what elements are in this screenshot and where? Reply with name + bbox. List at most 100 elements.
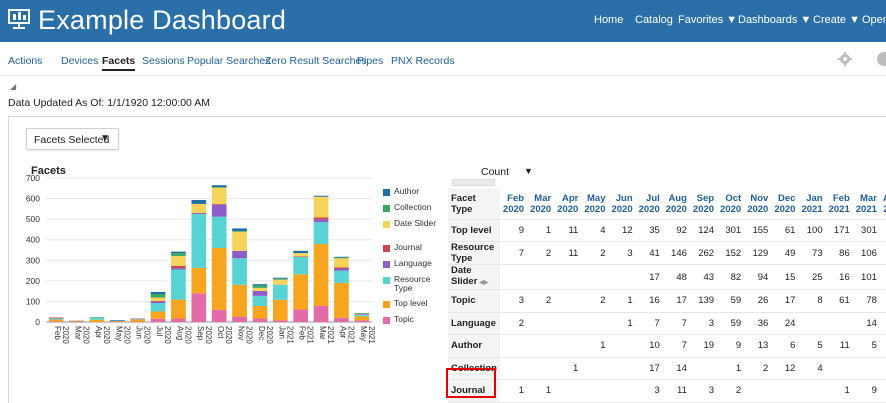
- legend-item[interactable]: Collection: [383, 203, 439, 216]
- bar-segment[interactable]: [171, 318, 186, 322]
- table-column-header[interactable]: Jul 2020: [635, 189, 663, 220]
- bar-segment[interactable]: [334, 267, 349, 269]
- pivot-drag-handle[interactable]: [452, 179, 495, 186]
- bar-segment[interactable]: [211, 185, 227, 188]
- bar-segment[interactable]: [354, 312, 370, 314]
- nav-favorites[interactable]: Favorites ▼: [678, 14, 737, 26]
- bar-segment[interactable]: [354, 314, 370, 315]
- bar-segment[interactable]: [272, 279, 288, 285]
- tab-pnx-records[interactable]: PNX Records: [391, 55, 455, 67]
- table-column-header[interactable]: Oct 2020: [717, 189, 745, 220]
- bar-segment[interactable]: [293, 253, 309, 257]
- bar-segment[interactable]: [252, 290, 268, 296]
- bar-segment[interactable]: [171, 265, 186, 269]
- bar-segment[interactable]: [354, 314, 370, 317]
- table-column-header[interactable]: Aug 2020: [662, 189, 690, 220]
- bar-segment[interactable]: [272, 277, 288, 279]
- bar-segment[interactable]: [171, 269, 186, 300]
- tab-actions[interactable]: Actions: [8, 55, 42, 67]
- bar-segment[interactable]: [48, 319, 64, 322]
- bar-segment[interactable]: [171, 255, 186, 266]
- tab-popular-searches[interactable]: Popular Searches: [187, 55, 270, 67]
- bar-segment[interactable]: [48, 317, 64, 319]
- bar-segment[interactable]: [48, 321, 64, 322]
- bar-segment[interactable]: [313, 305, 329, 322]
- bar-segment[interactable]: [293, 309, 309, 322]
- bar-segment[interactable]: [293, 256, 309, 275]
- bar-segment[interactable]: [232, 250, 247, 259]
- bar-segment[interactable]: [150, 301, 166, 304]
- legend-item[interactable]: Top level: [383, 299, 439, 312]
- bar-segment[interactable]: [272, 278, 288, 280]
- bar-segment[interactable]: [272, 299, 288, 321]
- bar-segment[interactable]: [293, 250, 309, 254]
- bar-segment[interactable]: [272, 284, 288, 300]
- bar-segment[interactable]: [211, 247, 227, 310]
- bar-segment[interactable]: [313, 219, 329, 223]
- tab-zero-result-searches[interactable]: Zero Result Searches: [265, 55, 367, 67]
- bar-segment[interactable]: [130, 319, 146, 322]
- sort-arrows-icon[interactable]: ◀▶: [477, 280, 488, 286]
- bar-segment[interactable]: [211, 216, 227, 248]
- bar-segment[interactable]: [252, 287, 268, 291]
- bar-segment[interactable]: [232, 231, 247, 232]
- legend-item[interactable]: Resource Type: [383, 275, 439, 296]
- legend-item[interactable]: Author: [383, 187, 439, 200]
- bar-segment[interactable]: [191, 200, 207, 204]
- bar-segment[interactable]: [89, 317, 105, 318]
- bar-segment[interactable]: [150, 318, 166, 322]
- table-column-header[interactable]: Dec 2020: [771, 189, 799, 220]
- bar-segment[interactable]: [171, 268, 186, 270]
- nav-create[interactable]: Create ▼: [813, 14, 860, 26]
- bar-segment[interactable]: [252, 318, 268, 322]
- table-column-header[interactable]: Feb 2021: [825, 189, 853, 220]
- bar-segment[interactable]: [252, 305, 268, 319]
- facets-selected-dropdown[interactable]: Facets Selected ▼: [26, 128, 119, 150]
- bar-segment[interactable]: [150, 311, 166, 319]
- bar-segment[interactable]: [211, 187, 227, 188]
- bar-segment[interactable]: [89, 319, 105, 322]
- bar-segment[interactable]: [313, 244, 329, 306]
- bar-segment[interactable]: [48, 318, 64, 320]
- bar-segment[interactable]: [252, 295, 268, 306]
- table-column-header[interactable]: Apr 2020: [554, 189, 582, 220]
- tab-sessions[interactable]: Sessions: [142, 55, 185, 67]
- bar-segment[interactable]: [171, 251, 186, 254]
- bar-segment[interactable]: [334, 270, 349, 283]
- bar-segment[interactable]: [313, 196, 329, 218]
- bar-segment[interactable]: [232, 231, 247, 251]
- bar-segment[interactable]: [171, 299, 186, 319]
- legend-item[interactable]: Language: [383, 259, 439, 272]
- legend-item[interactable]: Date Slider: [383, 219, 439, 240]
- bar-segment[interactable]: [354, 320, 370, 322]
- bar-segment[interactable]: [334, 257, 349, 259]
- gear-icon[interactable]: [838, 52, 852, 66]
- bar-segment[interactable]: [211, 204, 227, 217]
- nav-catalog[interactable]: Catalog: [635, 14, 673, 26]
- tab-pipes[interactable]: Pipes: [357, 55, 383, 67]
- bar-segment[interactable]: [313, 195, 329, 197]
- table-column-header[interactable]: Jan 2021: [798, 189, 826, 220]
- bar-segment[interactable]: [191, 214, 207, 268]
- legend-item[interactable]: Journal: [383, 243, 439, 256]
- bar-segment[interactable]: [150, 294, 166, 298]
- table-column-header[interactable]: Mar 2021: [852, 189, 880, 220]
- table-column-header[interactable]: Feb 2020: [499, 189, 528, 220]
- bar-segment[interactable]: [232, 258, 247, 285]
- bar-segment[interactable]: [191, 213, 207, 214]
- bar-segment[interactable]: [232, 228, 247, 232]
- bar-segment[interactable]: [211, 204, 227, 205]
- bar-segment[interactable]: [272, 320, 288, 322]
- nav-home[interactable]: Home: [594, 14, 623, 26]
- collapse-toggle-icon[interactable]: ◢: [10, 82, 16, 91]
- bar-segment[interactable]: [334, 282, 349, 318]
- bar-segment[interactable]: [171, 253, 186, 256]
- bar-segment[interactable]: [150, 297, 166, 302]
- bar-segment[interactable]: [191, 203, 207, 213]
- bar-segment[interactable]: [252, 285, 268, 288]
- bar-segment[interactable]: [109, 320, 125, 321]
- table-column-header[interactable]: May 2020: [581, 189, 609, 220]
- bar-segment[interactable]: [191, 267, 207, 294]
- table-column-header[interactable]: Jun 2020: [608, 189, 636, 220]
- bar-segment[interactable]: [232, 316, 247, 322]
